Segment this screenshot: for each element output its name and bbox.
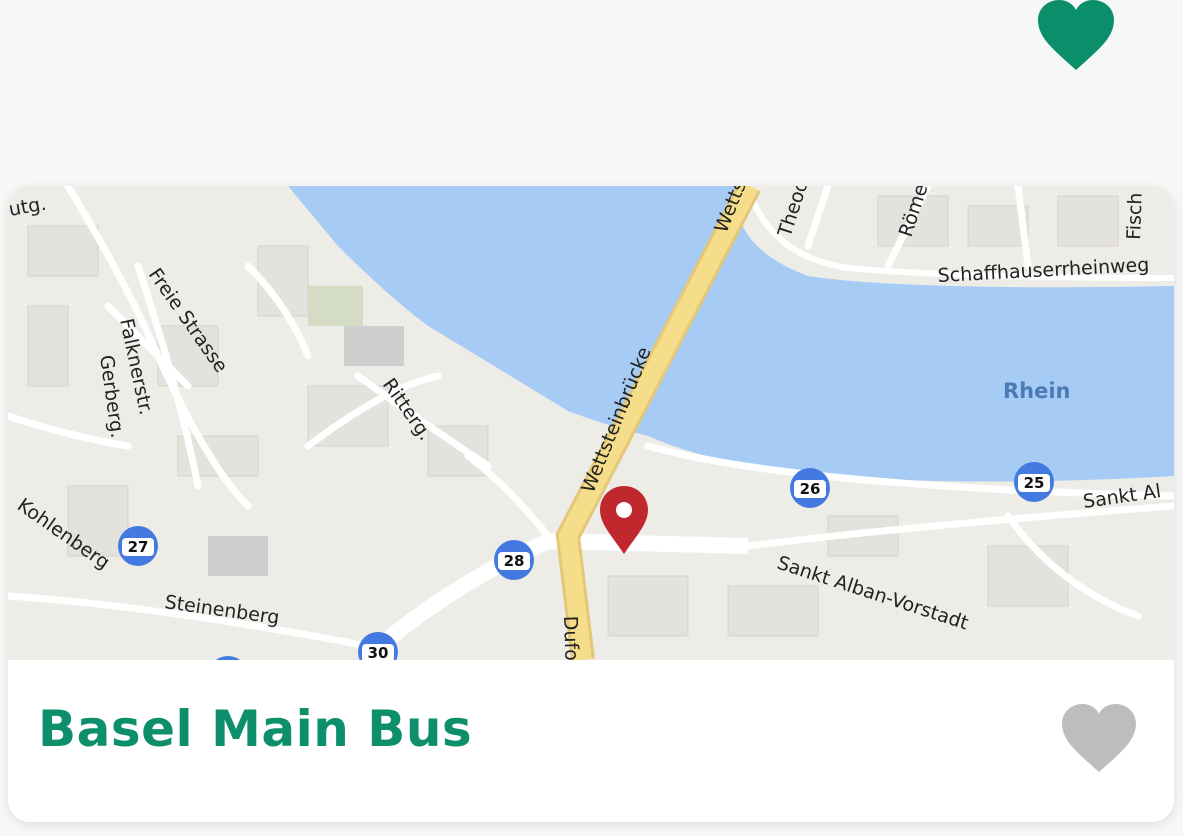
bus-stop-badge[interactable]: 27 bbox=[118, 526, 158, 566]
bus-stop-badge[interactable]: 28 bbox=[494, 540, 534, 580]
stop-title: Basel Main Bus bbox=[38, 700, 473, 758]
bus-stop-badge[interactable]: 25 bbox=[1014, 462, 1054, 502]
svg-text:27: 27 bbox=[128, 538, 149, 556]
favorite-heart-icon[interactable] bbox=[1036, 0, 1116, 72]
svg-text:28: 28 bbox=[504, 552, 525, 570]
map-view[interactable]: Rhein Wettsteinbrücke Wetts Theod Röme F… bbox=[8, 186, 1174, 660]
stop-card[interactable]: Rhein Wettsteinbrücke Wetts Theod Röme F… bbox=[8, 186, 1174, 822]
card-footer: Basel Main Bus bbox=[8, 660, 1174, 822]
svg-text:26: 26 bbox=[800, 480, 821, 498]
favorite-heart-icon[interactable] bbox=[1060, 704, 1138, 774]
street-label: Fisch bbox=[1123, 192, 1147, 240]
street-label: Rhein bbox=[1003, 379, 1071, 403]
street-label: Dufo bbox=[559, 615, 583, 660]
bus-stop-badge[interactable]: 26 bbox=[790, 468, 830, 508]
svg-text:25: 25 bbox=[1024, 474, 1045, 492]
svg-text:30: 30 bbox=[368, 644, 389, 660]
